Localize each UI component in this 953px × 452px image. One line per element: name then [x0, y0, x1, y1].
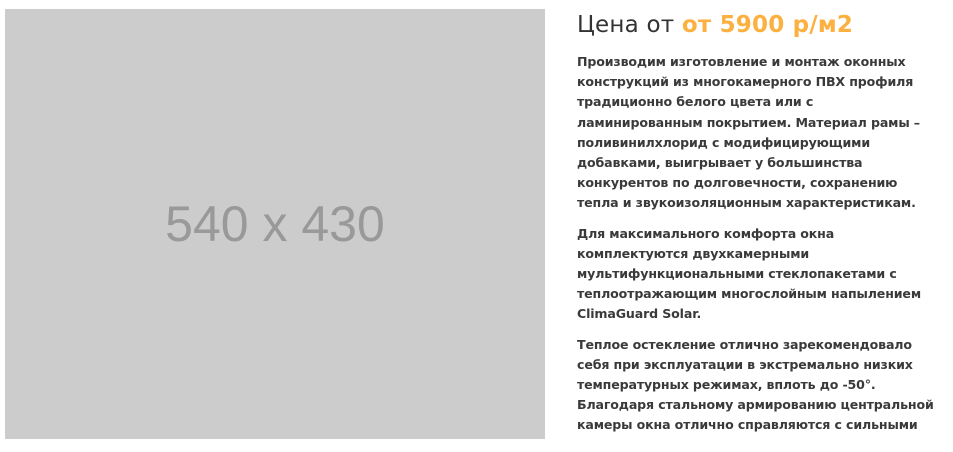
price-prefix: Цена от [577, 12, 675, 38]
product-image-placeholder: 540 x 430 [5, 9, 545, 439]
description-paragraph-3: Теплое остекление отлично зарекомендовал… [577, 336, 934, 440]
description-paragraph-1: Производим изготовление и монтаж оконных… [577, 54, 920, 211]
description-paragraph-2: Для максимального комфорта окна комплект… [577, 225, 921, 322]
price-value: от 5900 р/м2 [681, 12, 854, 38]
placeholder-label: 540 x 430 [165, 196, 385, 252]
product-description: Цена от от 5900 р/м2 Производим изготовл… [577, 8, 949, 440]
price-heading: Цена от от 5900 р/м2 [577, 8, 949, 42]
